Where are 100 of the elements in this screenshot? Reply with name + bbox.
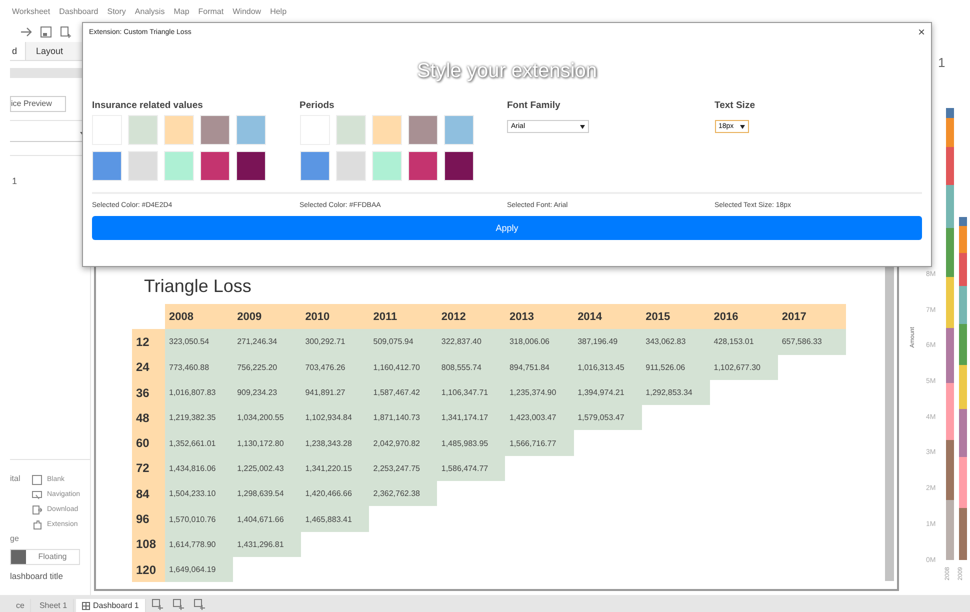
table-cell: 657,586.33 — [778, 329, 846, 355]
table-cell: 1,420,466.66 — [301, 481, 370, 506]
arrow-icon[interactable] — [20, 26, 32, 38]
new-dashboard-icon[interactable] — [172, 599, 184, 610]
row-header: 108 — [132, 532, 165, 557]
sheet-title: 1 — [938, 55, 946, 72]
table-cell: 1,570,010.76 — [165, 506, 234, 532]
color-swatch[interactable] — [164, 151, 194, 181]
puzzle-icon — [32, 520, 42, 530]
menu-item[interactable]: Story — [107, 6, 126, 16]
table-cell: 941,891.27 — [301, 380, 370, 406]
table-cell: 1,431,296.81 — [233, 532, 302, 557]
table-cell: 1,871,140.73 — [369, 405, 438, 430]
table-cell: 1,341,174.17 — [437, 405, 506, 430]
color-swatch[interactable] — [128, 151, 158, 181]
square-icon — [32, 474, 42, 484]
table-cell: 1,130,172.80 — [233, 430, 302, 456]
table-cell: 1,298,639.54 — [233, 481, 302, 506]
table-cell: 323,050.54 — [165, 329, 234, 355]
row-header: 12 — [132, 329, 165, 355]
new-story-icon[interactable] — [194, 599, 205, 610]
table-cell: 1,016,807.83 — [165, 380, 234, 406]
color-swatch[interactable] — [408, 115, 438, 145]
row-header: 60 — [132, 430, 165, 456]
table-cell: 428,153.01 — [710, 329, 778, 355]
row-header: 24 — [132, 354, 165, 380]
table-cell: 509,075.94 — [369, 329, 438, 355]
table-cell: 703,476.26 — [301, 354, 370, 380]
table-cell: 808,555.74 — [437, 354, 506, 380]
table-cell: 318,006.06 — [505, 329, 574, 355]
table-cell: 773,460.88 — [165, 354, 234, 380]
caret-icon — [580, 124, 585, 128]
table-cell: 1,504,233.10 — [165, 481, 234, 506]
column-header: 2014 — [574, 304, 642, 330]
save-icon[interactable] — [40, 26, 52, 38]
color-swatch[interactable] — [300, 151, 330, 181]
section-label: ge — [10, 534, 20, 543]
row-header: 84 — [132, 481, 165, 506]
dashboard-title: Triangle Loss — [144, 276, 252, 298]
row-header: 120 — [132, 556, 165, 582]
menu-item[interactable]: Help — [270, 6, 287, 16]
color-swatch[interactable] — [200, 151, 230, 181]
table-cell: 1,235,374.90 — [505, 380, 574, 406]
color-swatch[interactable] — [444, 151, 474, 181]
color-swatch[interactable] — [336, 151, 366, 181]
section-label: Insurance related values — [92, 100, 204, 111]
close-button[interactable]: × — [918, 25, 925, 39]
table-cell: 1,485,983.95 — [437, 430, 506, 456]
panel-tab[interactable]: d — [10, 42, 26, 60]
column-header: 2008 — [165, 304, 234, 330]
apply-button[interactable]: Apply — [92, 216, 922, 240]
color-swatch[interactable] — [408, 151, 438, 181]
column-header: 2010 — [301, 304, 370, 330]
table-cell: 1,341,220.15 — [301, 456, 370, 482]
table-cell: 1,102,677.30 — [710, 354, 778, 380]
color-swatch[interactable] — [200, 115, 230, 145]
color-swatch[interactable] — [236, 115, 266, 145]
new-worksheet-icon[interactable] — [152, 599, 163, 610]
table-cell: 1,394,974.21 — [574, 380, 642, 406]
sheet-tab[interactable]: Sheet 1 — [33, 599, 74, 612]
color-swatch[interactable] — [372, 151, 402, 181]
new-sheet-icon[interactable] — [60, 26, 72, 38]
sheet-tab[interactable]: Dashboard 1 — [76, 599, 146, 612]
table-cell: 1,102,934.84 — [301, 405, 370, 430]
column-header: 2009 — [233, 304, 302, 330]
column-header: 2015 — [642, 304, 710, 330]
column-header: 2011 — [369, 304, 438, 330]
section-label: Font Family — [507, 100, 562, 111]
table-cell: 1,586,474.77 — [437, 456, 506, 482]
color-swatch[interactable] — [336, 115, 366, 145]
color-swatch[interactable] — [92, 151, 122, 181]
menu-item[interactable]: Analysis — [134, 6, 165, 16]
column-header: 2017 — [778, 304, 846, 330]
sheet-tab[interactable]: ce — [10, 599, 32, 612]
menu-item[interactable]: Map — [174, 6, 190, 16]
dialog-heading: Style your extension — [416, 60, 599, 85]
table-cell: 1,225,002.43 — [233, 456, 302, 482]
menu-item[interactable]: Window — [232, 6, 262, 16]
menu-item[interactable]: Format — [198, 6, 224, 16]
table-cell: 1,160,412.70 — [369, 354, 438, 380]
device-preview-button[interactable]: ice Preview — [10, 96, 66, 112]
table-cell: 2,253,247.75 — [369, 456, 438, 482]
section-label: Text Size — [714, 100, 756, 111]
section-label: Periods — [300, 100, 336, 111]
table-cell: 1,352,661.01 — [165, 430, 234, 456]
color-swatch[interactable] — [128, 115, 158, 145]
color-swatch[interactable] — [164, 115, 194, 145]
menu-item[interactable]: Worksheet — [12, 6, 50, 16]
color-swatch[interactable] — [236, 151, 266, 181]
color-swatch[interactable] — [444, 115, 474, 145]
row-header: 96 — [132, 506, 165, 532]
layout-toggle-segment[interactable] — [11, 550, 26, 564]
row-header: 48 — [132, 405, 165, 430]
color-swatch[interactable] — [372, 115, 402, 145]
table-cell: 1,016,313.45 — [574, 354, 642, 380]
table-cell: 1,465,883.41 — [301, 506, 370, 532]
table-cell: 2,042,970.82 — [369, 430, 438, 456]
menu-item[interactable]: Dashboard — [59, 6, 98, 16]
table-cell: 2,362,762.38 — [369, 481, 438, 506]
column-header: 2012 — [437, 304, 506, 330]
